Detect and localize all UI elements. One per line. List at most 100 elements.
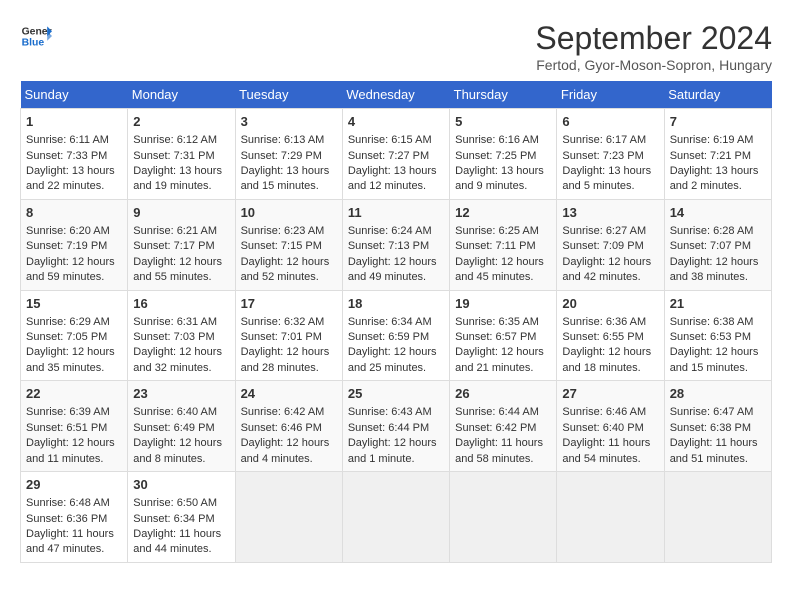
day-info: Sunrise: 6:17 AM bbox=[562, 133, 658, 148]
day-info: Sunrise: 6:44 AM bbox=[455, 405, 551, 420]
day-info: Sunrise: 6:34 AM bbox=[348, 315, 444, 330]
day-info: Sunset: 7:21 PM bbox=[670, 149, 766, 164]
title-block: September 2024 Fertod, Gyor-Moson-Sopron… bbox=[535, 20, 772, 73]
day-number: 7 bbox=[670, 113, 766, 131]
day-info: Daylight: 12 hours bbox=[133, 255, 229, 270]
calendar-day-9: 9Sunrise: 6:21 AMSunset: 7:17 PMDaylight… bbox=[128, 199, 235, 290]
logo-icon: General Blue bbox=[20, 20, 52, 52]
day-info: and 22 minutes. bbox=[26, 179, 122, 194]
day-info: Sunrise: 6:32 AM bbox=[241, 315, 337, 330]
day-info: and 2 minutes. bbox=[670, 179, 766, 194]
day-info: and 44 minutes. bbox=[133, 542, 229, 557]
day-info: Sunset: 7:03 PM bbox=[133, 330, 229, 345]
day-info: Sunset: 6:42 PM bbox=[455, 421, 551, 436]
day-info: Sunset: 6:46 PM bbox=[241, 421, 337, 436]
calendar-day-1: 1Sunrise: 6:11 AMSunset: 7:33 PMDaylight… bbox=[21, 109, 128, 200]
svg-text:Blue: Blue bbox=[22, 38, 45, 49]
day-number: 3 bbox=[241, 113, 337, 131]
day-info: Sunset: 6:59 PM bbox=[348, 330, 444, 345]
day-info: Sunset: 7:25 PM bbox=[455, 149, 551, 164]
day-info: Daylight: 12 hours bbox=[133, 436, 229, 451]
day-header-wednesday: Wednesday bbox=[342, 81, 449, 109]
day-header-thursday: Thursday bbox=[450, 81, 557, 109]
day-number: 25 bbox=[348, 385, 444, 403]
day-info: Sunset: 7:23 PM bbox=[562, 149, 658, 164]
calendar-day-11: 11Sunrise: 6:24 AMSunset: 7:13 PMDayligh… bbox=[342, 199, 449, 290]
day-info: Sunset: 6:53 PM bbox=[670, 330, 766, 345]
day-number: 22 bbox=[26, 385, 122, 403]
calendar-day-8: 8Sunrise: 6:20 AMSunset: 7:19 PMDaylight… bbox=[21, 199, 128, 290]
day-number: 9 bbox=[133, 204, 229, 222]
day-info: Sunrise: 6:21 AM bbox=[133, 224, 229, 239]
day-info: Sunset: 7:05 PM bbox=[26, 330, 122, 345]
day-info: Sunset: 7:27 PM bbox=[348, 149, 444, 164]
calendar-week-3: 15Sunrise: 6:29 AMSunset: 7:05 PMDayligh… bbox=[21, 290, 772, 381]
location: Fertod, Gyor-Moson-Sopron, Hungary bbox=[535, 57, 772, 73]
day-header-tuesday: Tuesday bbox=[235, 81, 342, 109]
day-info: Daylight: 11 hours bbox=[455, 436, 551, 451]
day-info: Sunset: 7:07 PM bbox=[670, 239, 766, 254]
calendar-day-10: 10Sunrise: 6:23 AMSunset: 7:15 PMDayligh… bbox=[235, 199, 342, 290]
day-info: Sunrise: 6:12 AM bbox=[133, 133, 229, 148]
day-info: Sunrise: 6:11 AM bbox=[26, 133, 122, 148]
day-info: Sunrise: 6:47 AM bbox=[670, 405, 766, 420]
day-number: 26 bbox=[455, 385, 551, 403]
calendar-day-12: 12Sunrise: 6:25 AMSunset: 7:11 PMDayligh… bbox=[450, 199, 557, 290]
month-title: September 2024 bbox=[535, 20, 772, 57]
day-info: Daylight: 12 hours bbox=[241, 255, 337, 270]
day-info: and 54 minutes. bbox=[562, 452, 658, 467]
day-info: and 58 minutes. bbox=[455, 452, 551, 467]
day-info: Daylight: 12 hours bbox=[670, 255, 766, 270]
day-info: and 5 minutes. bbox=[562, 179, 658, 194]
calendar-day-empty bbox=[450, 472, 557, 563]
day-info: and 38 minutes. bbox=[670, 270, 766, 285]
day-info: Daylight: 12 hours bbox=[26, 436, 122, 451]
day-number: 4 bbox=[348, 113, 444, 131]
calendar-day-13: 13Sunrise: 6:27 AMSunset: 7:09 PMDayligh… bbox=[557, 199, 664, 290]
day-info: Sunrise: 6:31 AM bbox=[133, 315, 229, 330]
day-number: 30 bbox=[133, 476, 229, 494]
day-info: Sunset: 7:31 PM bbox=[133, 149, 229, 164]
calendar-day-14: 14Sunrise: 6:28 AMSunset: 7:07 PMDayligh… bbox=[664, 199, 771, 290]
day-number: 23 bbox=[133, 385, 229, 403]
day-header-sunday: Sunday bbox=[21, 81, 128, 109]
day-info: Sunrise: 6:42 AM bbox=[241, 405, 337, 420]
day-info: and 15 minutes. bbox=[241, 179, 337, 194]
day-info: Daylight: 13 hours bbox=[348, 164, 444, 179]
calendar-day-28: 28Sunrise: 6:47 AMSunset: 6:38 PMDayligh… bbox=[664, 381, 771, 472]
day-number: 1 bbox=[26, 113, 122, 131]
day-number: 10 bbox=[241, 204, 337, 222]
page-header: General Blue September 2024 Fertod, Gyor… bbox=[20, 20, 772, 73]
day-info: Daylight: 12 hours bbox=[562, 345, 658, 360]
day-info: Sunset: 6:38 PM bbox=[670, 421, 766, 436]
day-number: 27 bbox=[562, 385, 658, 403]
day-info: and 32 minutes. bbox=[133, 361, 229, 376]
calendar-day-27: 27Sunrise: 6:46 AMSunset: 6:40 PMDayligh… bbox=[557, 381, 664, 472]
day-info: Sunrise: 6:27 AM bbox=[562, 224, 658, 239]
day-info: Sunset: 6:55 PM bbox=[562, 330, 658, 345]
calendar-day-3: 3Sunrise: 6:13 AMSunset: 7:29 PMDaylight… bbox=[235, 109, 342, 200]
day-info: Daylight: 12 hours bbox=[455, 345, 551, 360]
day-info: Daylight: 13 hours bbox=[670, 164, 766, 179]
calendar-table: SundayMondayTuesdayWednesdayThursdayFrid… bbox=[20, 81, 772, 563]
day-info: Sunrise: 6:16 AM bbox=[455, 133, 551, 148]
day-info: and 42 minutes. bbox=[562, 270, 658, 285]
day-number: 15 bbox=[26, 295, 122, 313]
day-number: 12 bbox=[455, 204, 551, 222]
day-info: Sunrise: 6:43 AM bbox=[348, 405, 444, 420]
day-info: Daylight: 12 hours bbox=[133, 345, 229, 360]
day-info: and 1 minute. bbox=[348, 452, 444, 467]
day-info: Sunrise: 6:15 AM bbox=[348, 133, 444, 148]
day-info: Sunset: 7:15 PM bbox=[241, 239, 337, 254]
day-info: Sunset: 7:01 PM bbox=[241, 330, 337, 345]
logo: General Blue bbox=[20, 20, 52, 52]
day-info: Sunset: 6:57 PM bbox=[455, 330, 551, 345]
day-info: Daylight: 12 hours bbox=[26, 255, 122, 270]
calendar-day-7: 7Sunrise: 6:19 AMSunset: 7:21 PMDaylight… bbox=[664, 109, 771, 200]
calendar-week-1: 1Sunrise: 6:11 AMSunset: 7:33 PMDaylight… bbox=[21, 109, 772, 200]
day-info: Sunset: 6:36 PM bbox=[26, 512, 122, 527]
calendar-day-6: 6Sunrise: 6:17 AMSunset: 7:23 PMDaylight… bbox=[557, 109, 664, 200]
day-info: Daylight: 13 hours bbox=[455, 164, 551, 179]
day-number: 21 bbox=[670, 295, 766, 313]
day-info: Sunrise: 6:48 AM bbox=[26, 496, 122, 511]
